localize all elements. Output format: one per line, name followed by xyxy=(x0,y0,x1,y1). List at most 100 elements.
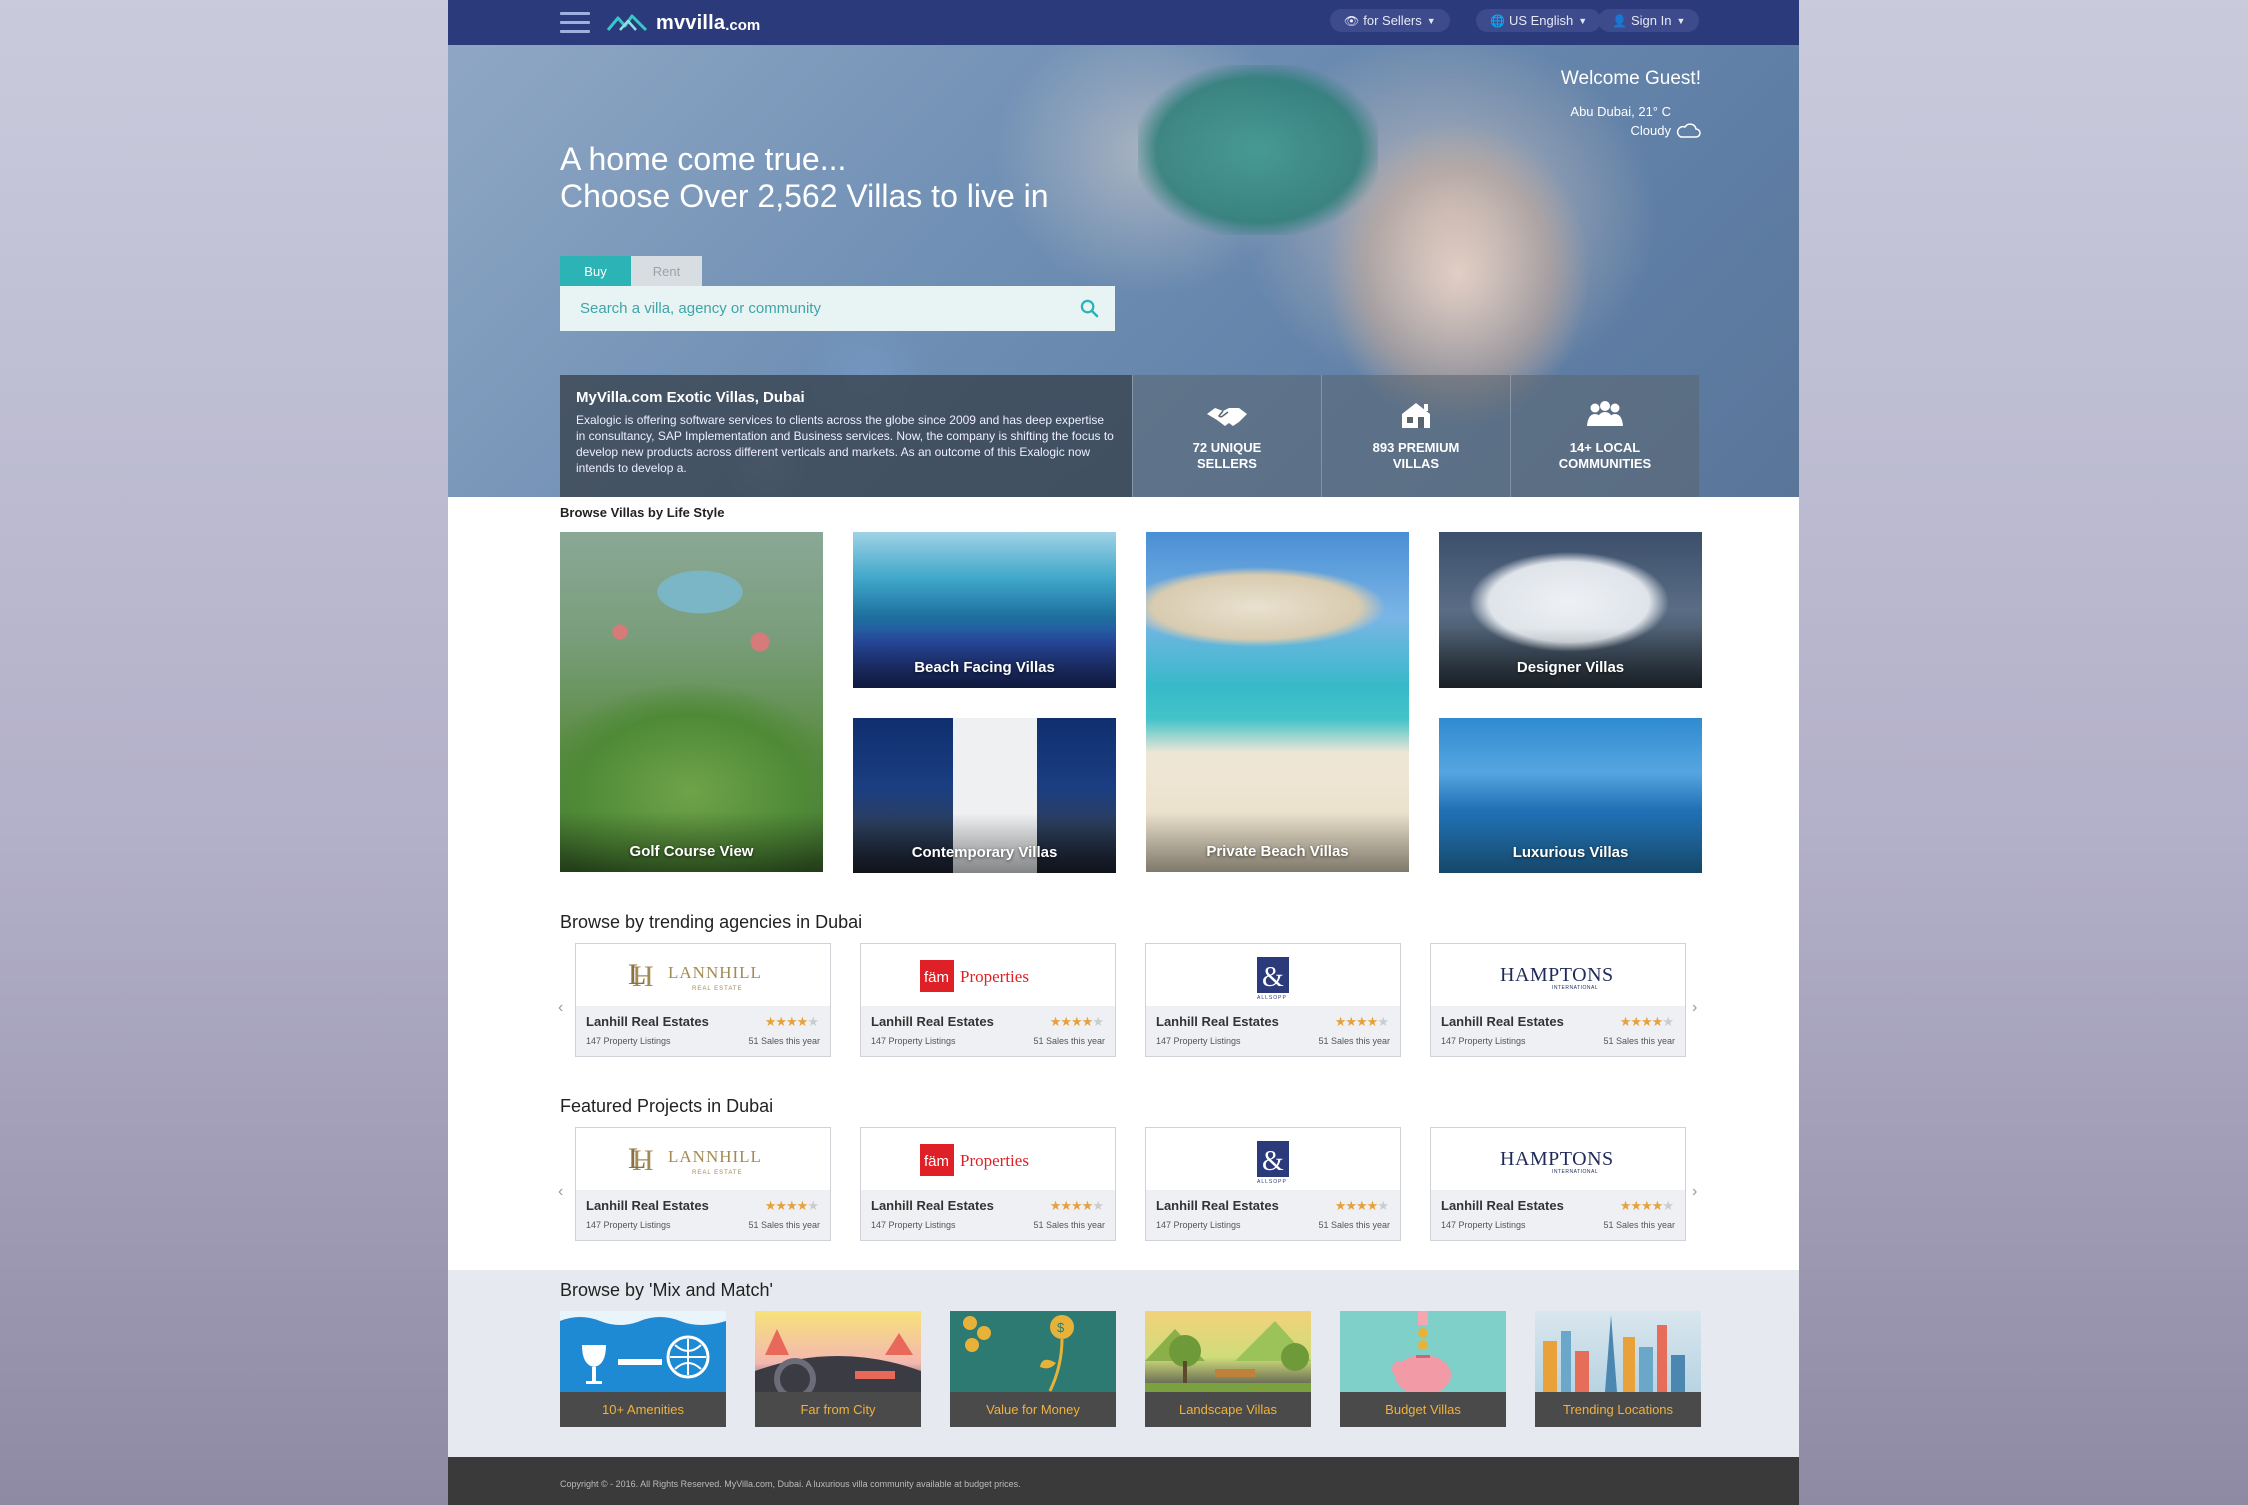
agency-listings: 147 Property Listings xyxy=(1156,1036,1241,1046)
project-logo: H L LANNHILL REAL ESTATE xyxy=(576,1128,830,1192)
copyright-text: Copyright © - 2016. All Rights Reserved.… xyxy=(560,1479,1021,1489)
agency-meta: Lanhill Real Estates ★★★★★ 147 Property … xyxy=(1146,1006,1400,1056)
weather-widget: Abu Dubai, 21° C Cloudy xyxy=(1570,102,1701,140)
project-card[interactable]: H L LANNHILL REAL ESTATE Lanhill Real Es… xyxy=(575,1127,831,1241)
tile-shade xyxy=(853,628,1116,688)
mix-item-value-for-money[interactable]: $ Value for Money xyxy=(950,1311,1116,1427)
tile-beach-facing-villas[interactable]: Beach Facing Villas xyxy=(853,532,1116,688)
search-bar xyxy=(560,286,1115,331)
sign-in-label: Sign In xyxy=(1630,13,1672,28)
about-title: MyVilla.com Exotic Villas, Dubai xyxy=(576,389,805,406)
mix-label: Budget Villas xyxy=(1340,1392,1506,1427)
project-sales: 51 Sales this year xyxy=(1033,1220,1105,1230)
project-listings: 147 Property Listings xyxy=(1441,1220,1526,1230)
lannhill-logo-text: LANNHILL xyxy=(668,1147,762,1166)
projects-next-arrow[interactable]: › xyxy=(1692,1183,1697,1201)
for-sellers-dropdown[interactable]: 👁 for Sellers ▼ xyxy=(1330,9,1450,32)
stat-communities: 14+ LOCAL COMMUNITIES xyxy=(1510,375,1699,497)
fam-logo-text: fäm xyxy=(924,969,949,986)
fam-properties-logo-icon: fäm Properties xyxy=(920,960,1029,992)
top-navbar: mvvilla .com 👁 for Sellers ▼ 🌐 US Englis… xyxy=(448,0,1799,45)
project-meta: Lanhill Real Estates ★★★★★ 147 Property … xyxy=(576,1190,830,1240)
landscape-illustration-icon xyxy=(1145,1321,1311,1392)
lannhill-logo-icon: H L LANNHILL REAL ESTATE xyxy=(628,1142,762,1177)
rating-stars: ★★★★★ xyxy=(1049,1198,1104,1213)
project-sales: 51 Sales this year xyxy=(748,1220,820,1230)
globe-icon: 🌐 xyxy=(1490,13,1505,28)
brand-logo[interactable]: mvvilla .com xyxy=(606,9,760,37)
project-logo: fäm Properties xyxy=(861,1128,1115,1192)
hamptons-logo-text: HAMPTONS xyxy=(1500,1148,1614,1170)
language-dropdown[interactable]: 🌐 US English ▼ xyxy=(1476,9,1602,32)
for-sellers-label: for Sellers xyxy=(1363,13,1422,28)
tile-shade xyxy=(1439,813,1702,873)
agency-card[interactable]: HAMPTONS INTERNATIONAL Lanhill Real Esta… xyxy=(1430,943,1686,1057)
tile-shade xyxy=(1439,628,1702,688)
agencies-prev-arrow[interactable]: ‹ xyxy=(558,999,563,1017)
project-card[interactable]: HAMPTONS INTERNATIONAL Lanhill Real Esta… xyxy=(1430,1127,1686,1241)
rating-stars: ★★★★★ xyxy=(1049,1014,1104,1029)
tile-caption: Contemporary Villas xyxy=(911,844,1058,861)
stat-villas: 893 PREMIUM VILLAS xyxy=(1321,375,1510,497)
fam-logo-subtext: Properties xyxy=(960,967,1029,986)
hero-title-line1: A home come true... xyxy=(560,141,847,177)
agency-card[interactable]: fäm Properties Lanhill Real Estates ★★★★… xyxy=(860,943,1116,1057)
lannhill-logo-icon: H L LANNHILL REAL ESTATE xyxy=(628,958,761,993)
menu-icon[interactable] xyxy=(560,12,590,34)
lannhill-logo-subtext: REAL ESTATE xyxy=(692,986,743,992)
info-band: MyVilla.com Exotic Villas, Dubai Exalogi… xyxy=(560,375,1699,497)
search-input[interactable] xyxy=(560,300,1071,317)
project-meta: Lanhill Real Estates ★★★★★ 147 Property … xyxy=(1431,1190,1685,1240)
agency-listings: 147 Property Listings xyxy=(1441,1036,1526,1046)
agency-card[interactable]: H L LANNHILL REAL ESTATE Lanhill Real Es… xyxy=(575,943,831,1057)
project-sales: 51 Sales this year xyxy=(1603,1220,1675,1230)
piggy-bank-illustration-icon xyxy=(1392,1311,1451,1395)
project-card[interactable]: fäm Properties Lanhill Real Estates ★★★★… xyxy=(860,1127,1116,1241)
mix-item-trending-locations[interactable]: Trending Locations xyxy=(1535,1311,1701,1427)
hamptons-logo-icon: HAMPTONS INTERNATIONAL xyxy=(1500,964,1614,991)
mix-item-amenities[interactable]: 10+ Amenities xyxy=(560,1311,726,1427)
mix-label: Trending Locations xyxy=(1535,1392,1701,1427)
agency-card[interactable]: & ALLSOPP Lanhill Real Estates ★★★★★ 147… xyxy=(1145,943,1401,1057)
hamptons-logo-icon: HAMPTONS INTERNATIONAL xyxy=(1500,1148,1614,1175)
project-listings: 147 Property Listings xyxy=(586,1220,671,1230)
mix-item-budget-villas[interactable]: Budget Villas xyxy=(1340,1311,1506,1427)
project-sales: 51 Sales this year xyxy=(1318,1220,1390,1230)
tile-luxurious-villas[interactable]: Luxurious Villas xyxy=(1439,718,1702,873)
agency-logo: & ALLSOPP xyxy=(1146,944,1400,1008)
caret-down-icon: ▼ xyxy=(1426,15,1436,26)
welcome-message: Welcome Guest! xyxy=(1560,68,1701,89)
agency-listings: 147 Property Listings xyxy=(586,1036,671,1046)
brand-name: mvvilla xyxy=(656,11,726,34)
rating-stars: ★★★★★ xyxy=(764,1198,819,1213)
tab-buy[interactable]: Buy xyxy=(560,256,631,286)
agencies-next-arrow[interactable]: › xyxy=(1692,999,1697,1017)
mix-label: Landscape Villas xyxy=(1145,1392,1311,1427)
projects-heading: Featured Projects in Dubai xyxy=(560,1096,774,1116)
hero-title-line2: Choose Over 2,562 Villas to live in xyxy=(560,178,1049,214)
hamptons-logo-text: HAMPTONS xyxy=(1500,964,1614,986)
tile-contemporary-villas[interactable]: Contemporary Villas xyxy=(853,718,1116,873)
rating-stars: ★★★★★ xyxy=(1619,1014,1674,1029)
sign-in-dropdown[interactable]: 👤 Sign In ▼ xyxy=(1598,9,1700,32)
project-card[interactable]: & ALLSOPP Lanhill Real Estates ★★★★★ 147… xyxy=(1145,1127,1401,1241)
tile-shade xyxy=(853,813,1116,873)
project-meta: Lanhill Real Estates ★★★★★ 147 Property … xyxy=(1146,1190,1400,1240)
tile-golf-course-view[interactable]: Golf Course View xyxy=(560,532,823,872)
mix-item-landscape-villas[interactable]: Landscape Villas xyxy=(1145,1311,1311,1427)
tile-designer-villas[interactable]: Designer Villas xyxy=(1439,532,1702,688)
tile-private-beach-villas[interactable]: Private Beach Villas xyxy=(1146,532,1409,872)
mix-item-far-from-city[interactable]: Far from City xyxy=(755,1311,921,1427)
footer: Copyright © - 2016. All Rights Reserved.… xyxy=(448,1457,1799,1505)
house-icon xyxy=(1402,403,1430,428)
tab-rent[interactable]: Rent xyxy=(631,256,702,286)
search-icon[interactable] xyxy=(1071,291,1107,327)
fam-logo-text: fäm xyxy=(924,1153,949,1170)
city-skyline-illustration-icon xyxy=(1543,1315,1685,1392)
projects-prev-arrow[interactable]: ‹ xyxy=(558,1183,563,1201)
mix-label: 10+ Amenities xyxy=(560,1392,726,1427)
about-text: Exalogic is offering software services t… xyxy=(576,413,1114,475)
tile-caption: Beach Facing Villas xyxy=(914,659,1055,676)
project-logo: & ALLSOPP xyxy=(1146,1128,1400,1192)
handshake-icon xyxy=(1207,408,1247,426)
